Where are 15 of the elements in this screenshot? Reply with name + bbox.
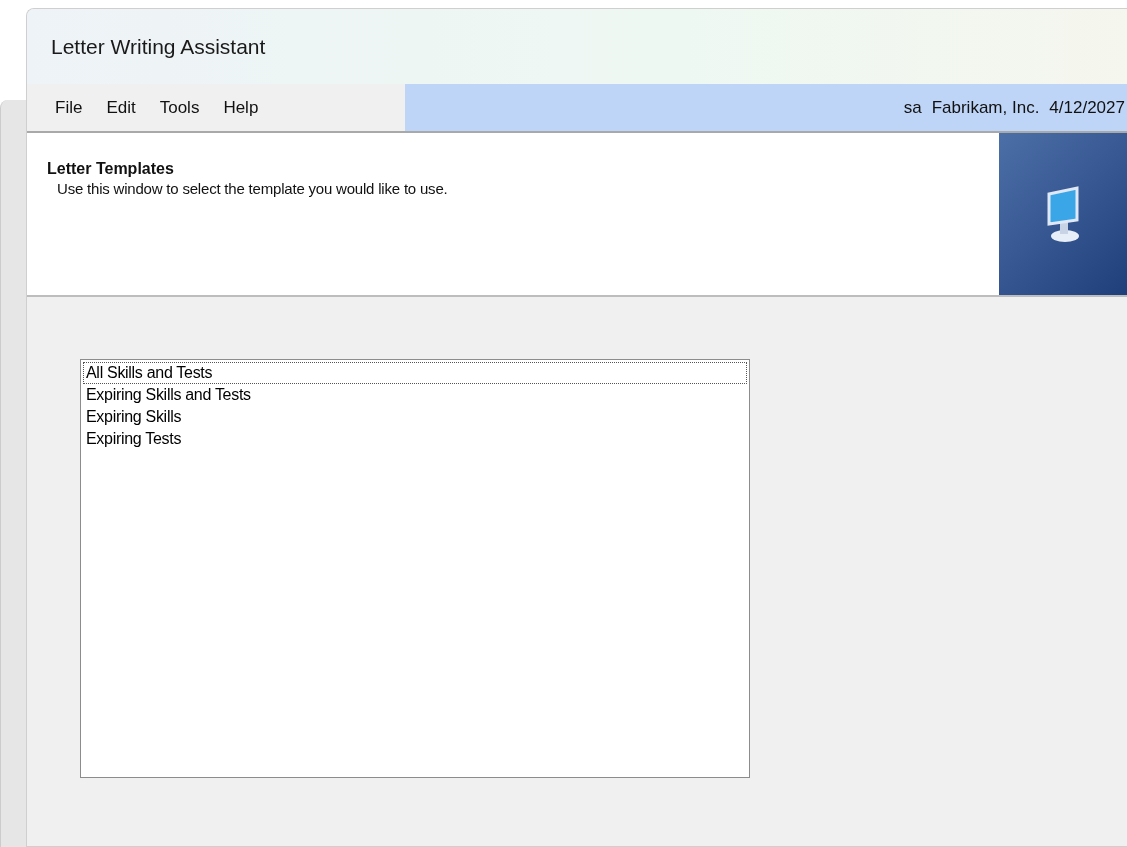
header-title: Letter Templates [47,160,175,178]
menu-item[interactable]: Help [211,97,271,118]
list-item[interactable]: Expiring Tests [83,428,747,450]
user-name: sa [903,97,922,118]
template-list[interactable]: All Skills and Tests Expiring Skills and Tests Expiring Skills Expiring Tests [80,359,750,778]
list-item[interactable]: Expiring Skills and Tests [83,384,747,406]
header-description: Use this window to select the template you would like to use. [56,180,448,197]
list-item[interactable]: All Skills and Tests [83,362,747,384]
menu-item[interactable]: File [43,97,95,118]
list-item[interactable]: Expiring Skills [83,406,747,428]
menu-item[interactable]: Edit [94,97,148,118]
menu-item[interactable]: Tools [147,97,212,118]
window-title: Letter Writing Assistant [51,34,266,59]
date-text: 4/12/2027 [1049,97,1125,118]
company-name: Fabrikam, Inc. [931,97,1040,118]
